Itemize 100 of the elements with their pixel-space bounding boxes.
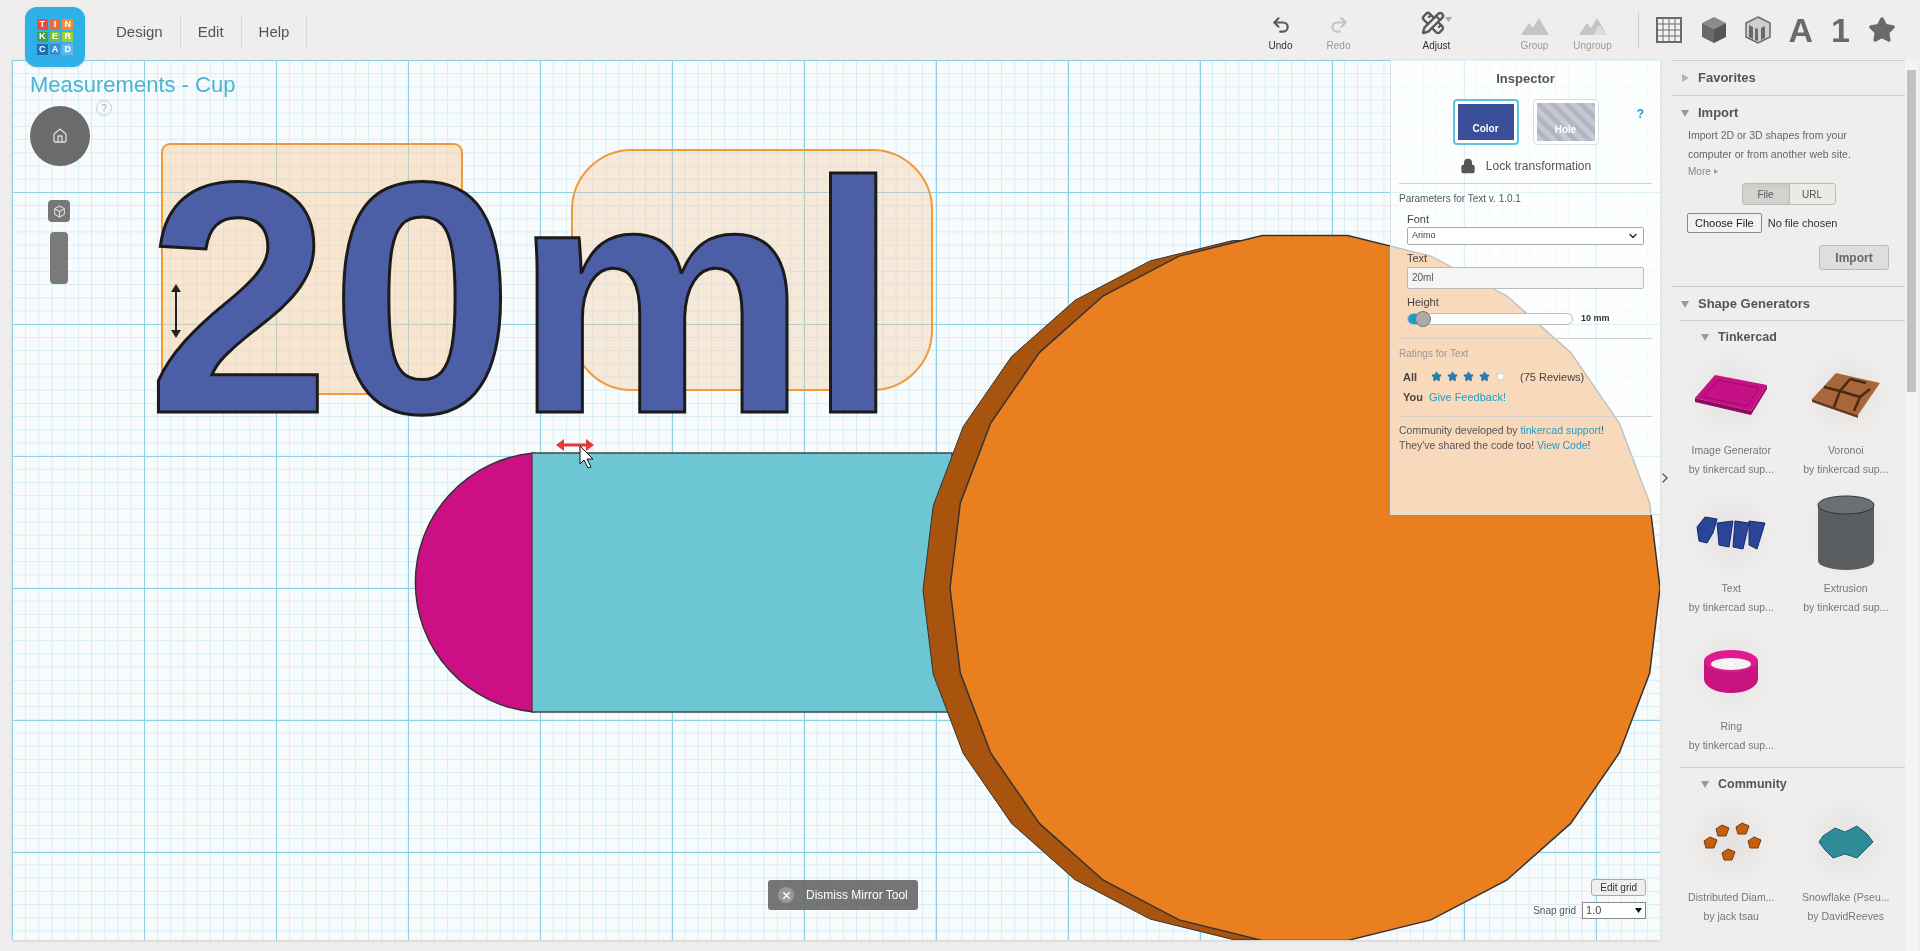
help-link[interactable]: ? <box>1636 104 1644 123</box>
caret-icon <box>1635 908 1642 913</box>
text-label: Text <box>1407 251 1429 266</box>
orbit-control[interactable] <box>30 106 90 166</box>
cracked-tile-icon <box>1809 371 1882 419</box>
review-count: (75 Reviews) <box>1520 369 1585 385</box>
edit-grid-button[interactable]: Edit grid <box>1591 879 1646 896</box>
workplane-grid-icon[interactable] <box>1654 16 1683 44</box>
menu-item[interactable]: Design <box>99 20 180 44</box>
source-tab[interactable]: URL <box>1788 184 1835 204</box>
logo-letter: D <box>62 44 73 55</box>
shape-name: Extrusion <box>1823 581 1868 596</box>
shape-name: Distributed Diam... <box>1688 890 1775 905</box>
letter-tool[interactable]: A <box>1788 13 1814 47</box>
scrollbar[interactable] <box>1905 60 1918 951</box>
file-status: No file chosen <box>1767 215 1838 231</box>
font-select[interactable]: Arimo <box>1407 227 1644 245</box>
shape-author: by tinkercad sup... <box>1803 599 1889 615</box>
shape-author: by tinkercad sup... <box>1803 461 1889 477</box>
undo-button[interactable]: Undo <box>1251 4 1310 56</box>
code-credit: They've shared the code too! View Code! <box>1399 437 1592 453</box>
rating-star-icon <box>1479 371 1491 383</box>
feedback-link[interactable]: Give Feedback! <box>1428 389 1506 406</box>
you-label: You <box>1403 390 1423 405</box>
shape-name: Snowflake (Pseu... <box>1801 890 1890 905</box>
rating-star-icon <box>1447 371 1459 383</box>
redo-icon <box>1328 15 1349 35</box>
height-reading: 10 mm <box>1581 312 1610 325</box>
font-label: Font <box>1407 211 1430 227</box>
cube-icon[interactable] <box>1700 16 1727 44</box>
section-title[interactable]: Import <box>1698 103 1739 123</box>
height-slider[interactable] <box>1407 312 1573 325</box>
mountains-icon <box>1578 17 1607 35</box>
shape-author: by tinkercad sup... <box>1688 461 1774 477</box>
striped-cube-icon[interactable] <box>1744 16 1771 44</box>
choose-file-button[interactable]: Choose File <box>1687 213 1762 233</box>
logo-letter: R <box>62 31 73 43</box>
color-swatch-button[interactable]: Color <box>1452 98 1519 145</box>
logo-letter: T <box>37 19 48 30</box>
adjust-button[interactable]: Adjust <box>1407 4 1466 56</box>
view-code-link[interactable]: View Code <box>1537 438 1588 451</box>
more-link[interactable]: More <box>1688 164 1711 179</box>
rating-star-icon <box>1495 371 1507 383</box>
padlock-icon[interactable] <box>1459 157 1476 174</box>
logo-letter: A <box>49 44 61 55</box>
import-description: Import 2D or 3D shapes from your computer or from another web site. <box>1688 128 1852 162</box>
slab-shape-icon <box>1693 373 1770 417</box>
text-field[interactable]: 20ml <box>1407 266 1644 289</box>
cube-icon <box>52 204 66 218</box>
expanded-triangle-icon[interactable] <box>1700 332 1710 342</box>
slider-thumb[interactable] <box>1414 310 1431 327</box>
expanded-triangle-icon[interactable] <box>1680 108 1690 118</box>
group-title[interactable]: Tinkercad <box>1718 327 1777 347</box>
dismiss-mirror-button[interactable]: Dismiss Mirror Tool <box>768 880 918 910</box>
parameters-title: Parameters for Text v. 1.0.1 <box>1399 191 1522 206</box>
inspector-title: Inspector <box>1495 70 1556 88</box>
snap-grid-select[interactable]: 1.0 <box>1582 902 1646 919</box>
import-button[interactable]: Import <box>1819 245 1889 270</box>
rating-star-icon <box>1463 371 1475 383</box>
shape-name: Ring <box>1720 719 1743 734</box>
view-cube-button[interactable] <box>48 200 70 222</box>
shape-author: by tinkercad sup... <box>1688 737 1774 753</box>
menu-item[interactable]: Help <box>241 20 307 44</box>
logo-letter: K <box>37 31 48 43</box>
shape-author: by jack tsau <box>1703 908 1759 924</box>
group-title[interactable]: Community <box>1718 774 1787 794</box>
community-credit: Community developed by tinkercad support! <box>1399 422 1605 438</box>
caret-icon <box>1445 17 1452 22</box>
close-icon <box>780 889 792 901</box>
logo-letter: E <box>49 31 61 43</box>
home-icon[interactable] <box>52 128 68 144</box>
shape-name: Voronoi <box>1827 443 1864 458</box>
snap-grid-label: Snap grid <box>1533 904 1576 918</box>
source-tab[interactable]: File <box>1742 184 1789 204</box>
shape-author: by DavidReeves <box>1807 908 1884 924</box>
number-tool[interactable]: 1 <box>1831 13 1850 47</box>
shape-name: Image Generator <box>1691 443 1771 458</box>
all-label: All <box>1403 369 1418 385</box>
cylinder-icon <box>1815 495 1876 571</box>
ring-icon <box>1702 647 1761 695</box>
section-title[interactable]: Shape Generators <box>1698 293 1810 314</box>
pencil-ruler-icon <box>1421 11 1445 35</box>
lock-label: Lock transformation <box>1485 157 1592 175</box>
menu-item[interactable]: Edit <box>180 20 241 44</box>
section-title[interactable]: Favorites <box>1698 68 1756 88</box>
rating-star-icon <box>1431 371 1443 383</box>
app-logo[interactable]: T I N K E R C A D <box>25 7 85 67</box>
small-triangle-icon <box>1713 169 1718 174</box>
ratings-title: Ratings for Text <box>1399 346 1470 361</box>
logo-letter: N <box>62 19 73 30</box>
star-icon[interactable] <box>1868 16 1896 44</box>
expanded-triangle-icon[interactable] <box>1700 779 1710 789</box>
logo-letter: C <box>37 44 48 55</box>
author-link[interactable]: tinkercad support <box>1520 423 1601 436</box>
shape-name: Text <box>1721 581 1741 596</box>
expanded-triangle-icon[interactable] <box>1680 298 1690 309</box>
scattered-pieces-icon <box>1700 821 1763 863</box>
mountains-icon <box>1520 17 1549 35</box>
undo-icon <box>1270 15 1291 35</box>
snowflake-shape-icon <box>1816 824 1875 860</box>
